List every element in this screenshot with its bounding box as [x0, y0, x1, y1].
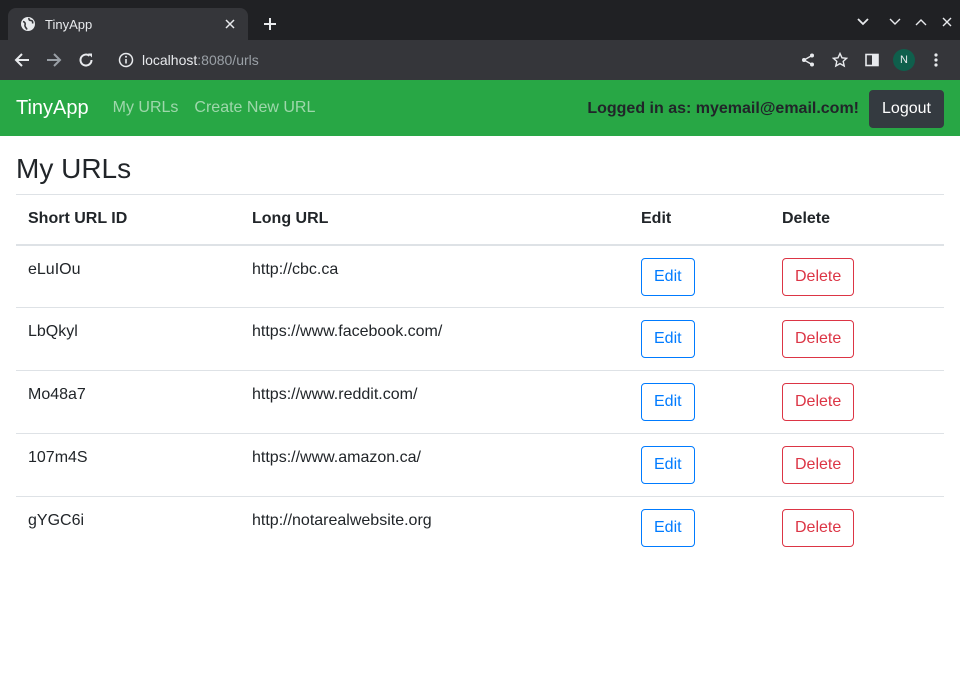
kebab-menu-icon[interactable] [920, 44, 952, 76]
urls-table: Short URL ID Long URL Edit Delete eLuIOu… [16, 194, 944, 560]
column-header-delete: Delete [770, 194, 944, 246]
main-content: My URLs Short URL ID Long URL Edit Delet… [0, 152, 960, 560]
edit-cell: Edit [629, 370, 770, 434]
table-row: 107m4S https://www.amazon.ca/ Edit Delet… [16, 433, 944, 497]
long-url: https://www.reddit.com/ [240, 370, 629, 434]
window-controls [850, 10, 960, 34]
short-url-id: gYGC6i [16, 496, 240, 560]
long-url: https://www.amazon.ca/ [240, 433, 629, 497]
long-url: http://cbc.ca [240, 244, 629, 308]
edit-button[interactable]: Edit [641, 320, 695, 358]
page-title: My URLs [16, 153, 132, 184]
app-navbar: TinyApp My URLs Create New URL Logged in… [0, 80, 960, 136]
back-arrow-icon[interactable] [6, 44, 38, 76]
logged-in-label: Logged in as: myemail@email.com! [587, 100, 859, 117]
url-host: localhost [142, 52, 198, 68]
delete-cell: Delete [770, 496, 944, 560]
short-url-id: LbQkyl [16, 307, 240, 371]
column-header-edit: Edit [629, 194, 770, 246]
edit-cell: Edit [629, 433, 770, 497]
brand-link[interactable]: TinyApp [16, 97, 89, 120]
browser-toolbar: localhost:8080/urls N [0, 40, 960, 80]
user-area: Logged in as: myemail@email.com! Logout [587, 90, 944, 128]
nav-link-create-new-url[interactable]: Create New URL [194, 99, 315, 117]
delete-cell: Delete [770, 370, 944, 434]
new-tab-icon[interactable] [260, 14, 280, 34]
address-bar[interactable]: localhost:8080/urls [110, 44, 780, 76]
short-url-id: Mo48a7 [16, 370, 240, 434]
url-path: :8080/urls [197, 52, 259, 68]
star-icon[interactable] [824, 44, 856, 76]
close-icon[interactable] [222, 16, 238, 32]
table-row: LbQkyl https://www.facebook.com/ Edit De… [16, 307, 944, 371]
info-icon[interactable] [118, 52, 134, 68]
minimize-icon[interactable] [882, 10, 908, 34]
delete-button[interactable]: Delete [782, 446, 855, 484]
short-url-id: eLuIOu [16, 244, 240, 308]
edit-button[interactable]: Edit [641, 446, 695, 484]
delete-button[interactable]: Delete [782, 257, 855, 296]
table-row: gYGC6i http://notarealwebsite.org Edit D… [16, 496, 944, 560]
edit-button[interactable]: Edit [641, 383, 695, 421]
delete-cell: Delete [770, 244, 944, 308]
chevron-down-icon[interactable] [850, 10, 876, 34]
maximize-icon[interactable] [908, 10, 934, 34]
reload-icon[interactable] [70, 44, 102, 76]
edit-cell: Edit [629, 307, 770, 371]
side-panel-icon[interactable] [856, 44, 888, 76]
toolbar-actions: N [792, 44, 952, 76]
share-icon[interactable] [792, 44, 824, 76]
delete-button[interactable]: Delete [782, 383, 855, 421]
nav-link-my-urls[interactable]: My URLs [113, 99, 179, 117]
tab-title: TinyApp [45, 16, 93, 32]
profile-avatar[interactable]: N [888, 44, 920, 76]
delete-button[interactable]: Delete [782, 509, 855, 547]
long-url: https://www.facebook.com/ [240, 307, 629, 371]
short-url-id: 107m4S [16, 433, 240, 497]
edit-button[interactable]: Edit [641, 257, 695, 296]
table-row: Mo48a7 https://www.reddit.com/ Edit Dele… [16, 370, 944, 434]
window-close-icon[interactable] [934, 10, 960, 34]
forward-arrow-icon[interactable] [38, 44, 70, 76]
delete-cell: Delete [770, 433, 944, 497]
edit-button[interactable]: Edit [641, 509, 695, 547]
delete-button[interactable]: Delete [782, 320, 855, 358]
table-header-row: Short URL ID Long URL Edit Delete [16, 194, 944, 246]
logout-button[interactable]: Logout [869, 90, 944, 128]
edit-cell: Edit [629, 496, 770, 560]
url-text: localhost:8080/urls [142, 52, 259, 68]
column-header-long-url: Long URL [240, 194, 629, 246]
column-header-short-url-id: Short URL ID [16, 194, 240, 246]
profile-initial: N [893, 49, 915, 71]
long-url: http://notarealwebsite.org [240, 496, 629, 560]
browser-tabstrip: TinyApp [0, 0, 960, 40]
edit-cell: Edit [629, 244, 770, 308]
table-row: eLuIOu http://cbc.ca Edit Delete [16, 244, 944, 308]
delete-cell: Delete [770, 307, 944, 371]
browser-tab[interactable]: TinyApp [8, 8, 248, 40]
globe-icon [20, 16, 36, 32]
